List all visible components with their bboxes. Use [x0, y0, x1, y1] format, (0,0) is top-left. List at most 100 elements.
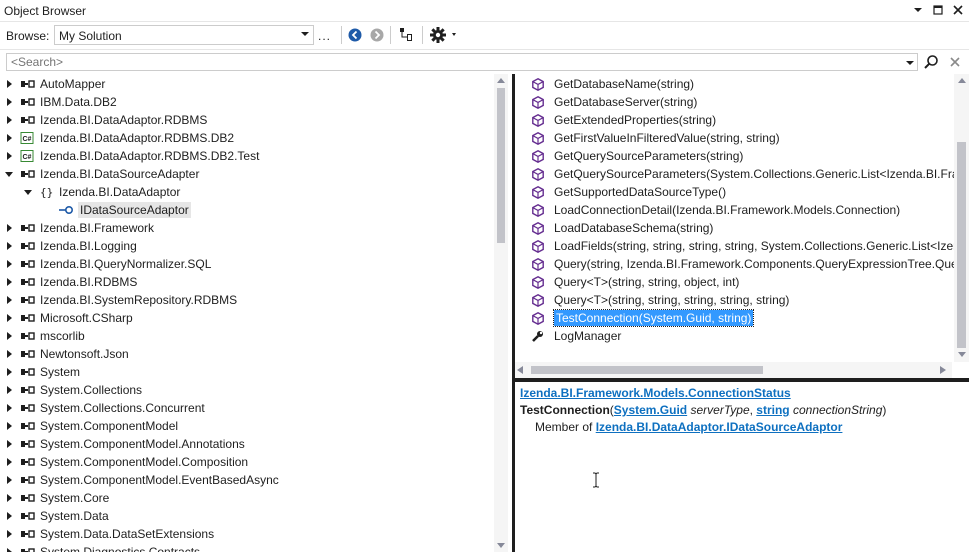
scroll-right-icon[interactable]: [940, 366, 946, 374]
member-item[interactable]: GetSupportedDataSourceType(): [530, 183, 726, 201]
return-type-link[interactable]: Izenda.BI.Framework.Models.ConnectionSta…: [520, 386, 791, 400]
expand-arrow-icon[interactable]: [4, 421, 14, 431]
scroll-down-icon[interactable]: [954, 348, 969, 360]
members-pane-scrollbar[interactable]: [954, 74, 969, 362]
members-pane-hscrollbar[interactable]: [515, 362, 952, 378]
expand-arrow-icon[interactable]: [4, 475, 14, 485]
member-item-label: LoadDatabaseSchema(string): [554, 221, 714, 235]
expand-arrow-icon[interactable]: [4, 313, 14, 323]
expand-arrow-icon[interactable]: [4, 511, 14, 521]
tree-item[interactable]: System.ComponentModel: [4, 417, 178, 435]
search-history-chevron-icon[interactable]: [906, 61, 914, 65]
expand-arrow-icon[interactable]: [4, 115, 14, 125]
tree-item[interactable]: System.Core: [4, 489, 109, 507]
objects-pane-scrollbar[interactable]: [494, 74, 508, 552]
scroll-up-icon[interactable]: [494, 74, 508, 86]
search-input[interactable]: [6, 53, 918, 71]
tree-item[interactable]: IDataSourceAdaptor: [42, 201, 191, 219]
tree-item[interactable]: System.ComponentModel.EventBasedAsync: [4, 471, 279, 489]
tree-item[interactable]: System.Collections.Concurrent: [4, 399, 205, 417]
member-item[interactable]: GetQuerySourceParameters(string): [530, 147, 743, 165]
member-item[interactable]: GetDatabaseServer(string): [530, 93, 697, 111]
scroll-down-icon[interactable]: [494, 539, 508, 551]
scroll-left-icon[interactable]: [517, 366, 523, 374]
tree-item[interactable]: {} Izenda.BI.DataAdaptor: [23, 183, 180, 201]
scrollbar-thumb[interactable]: [497, 88, 505, 243]
member-item[interactable]: GetDatabaseName(string): [530, 75, 694, 93]
expand-arrow-icon[interactable]: [4, 493, 14, 503]
maximize-icon[interactable]: [931, 2, 945, 18]
expand-arrow-icon[interactable]: [4, 295, 14, 305]
tree-item[interactable]: mscorlib: [4, 327, 85, 345]
clear-search-button[interactable]: [946, 53, 964, 71]
customize-component-set-button[interactable]: ...: [318, 29, 331, 43]
member-item[interactable]: Query<T>(string, string, object, int): [530, 273, 739, 291]
tree-item[interactable]: Izenda.BI.Framework: [4, 219, 154, 237]
tree-item[interactable]: Izenda.BI.DataAdaptor.RDBMS: [4, 111, 207, 129]
tree-item[interactable]: Newtonsoft.Json: [4, 345, 129, 363]
expand-arrow-icon[interactable]: [4, 151, 14, 161]
member-item[interactable]: Query(string, Izenda.BI.Framework.Compon…: [530, 255, 968, 273]
settings-menu-button[interactable]: [428, 26, 462, 44]
search-button[interactable]: [922, 53, 940, 71]
tree-item[interactable]: System.ComponentModel.Annotations: [4, 435, 245, 453]
expand-arrow-icon[interactable]: [4, 403, 14, 413]
back-button[interactable]: [346, 26, 364, 44]
tree-item[interactable]: System.Data.DataSetExtensions: [4, 525, 214, 543]
expand-arrow-icon[interactable]: [4, 367, 14, 377]
tree-item[interactable]: Izenda.BI.Logging: [4, 237, 137, 255]
tree-item[interactable]: Izenda.BI.QueryNormalizer.SQL: [4, 255, 211, 273]
member-item[interactable]: LoadDatabaseSchema(string): [530, 219, 713, 237]
method-icon: [530, 257, 546, 271]
browse-scope-select[interactable]: My Solution: [54, 25, 314, 45]
expand-arrow-icon[interactable]: [4, 457, 14, 467]
expand-arrow-icon[interactable]: [4, 331, 14, 341]
forward-button[interactable]: [368, 26, 386, 44]
tree-item[interactable]: C# Izenda.BI.DataAdaptor.RDBMS.DB2.Test: [4, 147, 259, 165]
tree-item[interactable]: IBM.Data.DB2: [4, 93, 117, 111]
expand-arrow-icon[interactable]: [4, 349, 14, 359]
scrollbar-thumb[interactable]: [957, 142, 966, 348]
expand-arrow-icon[interactable]: [4, 277, 14, 287]
tree-item[interactable]: System.Collections: [4, 381, 142, 399]
expand-arrow-icon[interactable]: [4, 97, 14, 107]
tree-item[interactable]: Izenda.BI.DataSourceAdapter: [4, 165, 199, 183]
member-item[interactable]: Query<T>(string, string, string, string,…: [530, 291, 789, 309]
expand-arrow-icon[interactable]: [4, 79, 14, 89]
param-type-link[interactable]: System.Guid: [614, 403, 687, 417]
tree-item[interactable]: Microsoft.CSharp: [4, 309, 133, 327]
collapse-arrow-icon[interactable]: [4, 169, 14, 179]
expand-arrow-icon[interactable]: [4, 439, 14, 449]
collapse-arrow-icon[interactable]: [23, 187, 33, 197]
member-item[interactable]: GetExtendedProperties(string): [530, 111, 716, 129]
member-item[interactable]: GetFirstValueInFilteredValue(string, str…: [530, 129, 780, 147]
member-item-label: GetSupportedDataSourceType(): [554, 185, 727, 199]
param-type-link[interactable]: string: [756, 403, 789, 417]
member-of-link[interactable]: Izenda.BI.DataAdaptor.IDataSourceAdaptor: [596, 420, 843, 434]
member-item[interactable]: TestConnection(System.Guid, string): [530, 309, 755, 327]
member-item[interactable]: LoadConnectionDetail(Izenda.BI.Framework…: [530, 201, 900, 219]
tree-item[interactable]: Izenda.BI.RDBMS: [4, 273, 137, 291]
expand-arrow-icon[interactable]: [4, 133, 14, 143]
scroll-up-icon[interactable]: [954, 74, 969, 86]
member-item[interactable]: GetQuerySourceParameters(System.Collecti…: [530, 165, 969, 183]
tree-item[interactable]: C# Izenda.BI.DataAdaptor.RDBMS.DB2: [4, 129, 234, 147]
expand-arrow-icon[interactable]: [4, 259, 14, 269]
close-icon[interactable]: [951, 2, 965, 18]
dropdown-arrow-icon[interactable]: [911, 2, 925, 18]
tree-item[interactable]: System: [4, 363, 80, 381]
tree-item[interactable]: AutoMapper: [4, 75, 105, 93]
tree-item[interactable]: System.Diagnostics.Contracts: [4, 543, 200, 552]
member-item[interactable]: LogManager: [530, 327, 621, 345]
member-item[interactable]: LoadFields(string, string, string, strin…: [530, 237, 960, 255]
add-reference-button[interactable]: [397, 26, 415, 44]
expand-arrow-icon[interactable]: [4, 529, 14, 539]
expand-arrow-icon[interactable]: [4, 223, 14, 233]
scrollbar-thumb[interactable]: [531, 366, 763, 374]
expand-arrow-icon[interactable]: [4, 241, 14, 251]
tree-item[interactable]: System.ComponentModel.Composition: [4, 453, 248, 471]
tree-item[interactable]: Izenda.BI.SystemRepository.RDBMS: [4, 291, 237, 309]
tree-item[interactable]: System.Data: [4, 507, 109, 525]
expand-arrow-icon[interactable]: [4, 547, 14, 552]
expand-arrow-icon[interactable]: [4, 385, 14, 395]
